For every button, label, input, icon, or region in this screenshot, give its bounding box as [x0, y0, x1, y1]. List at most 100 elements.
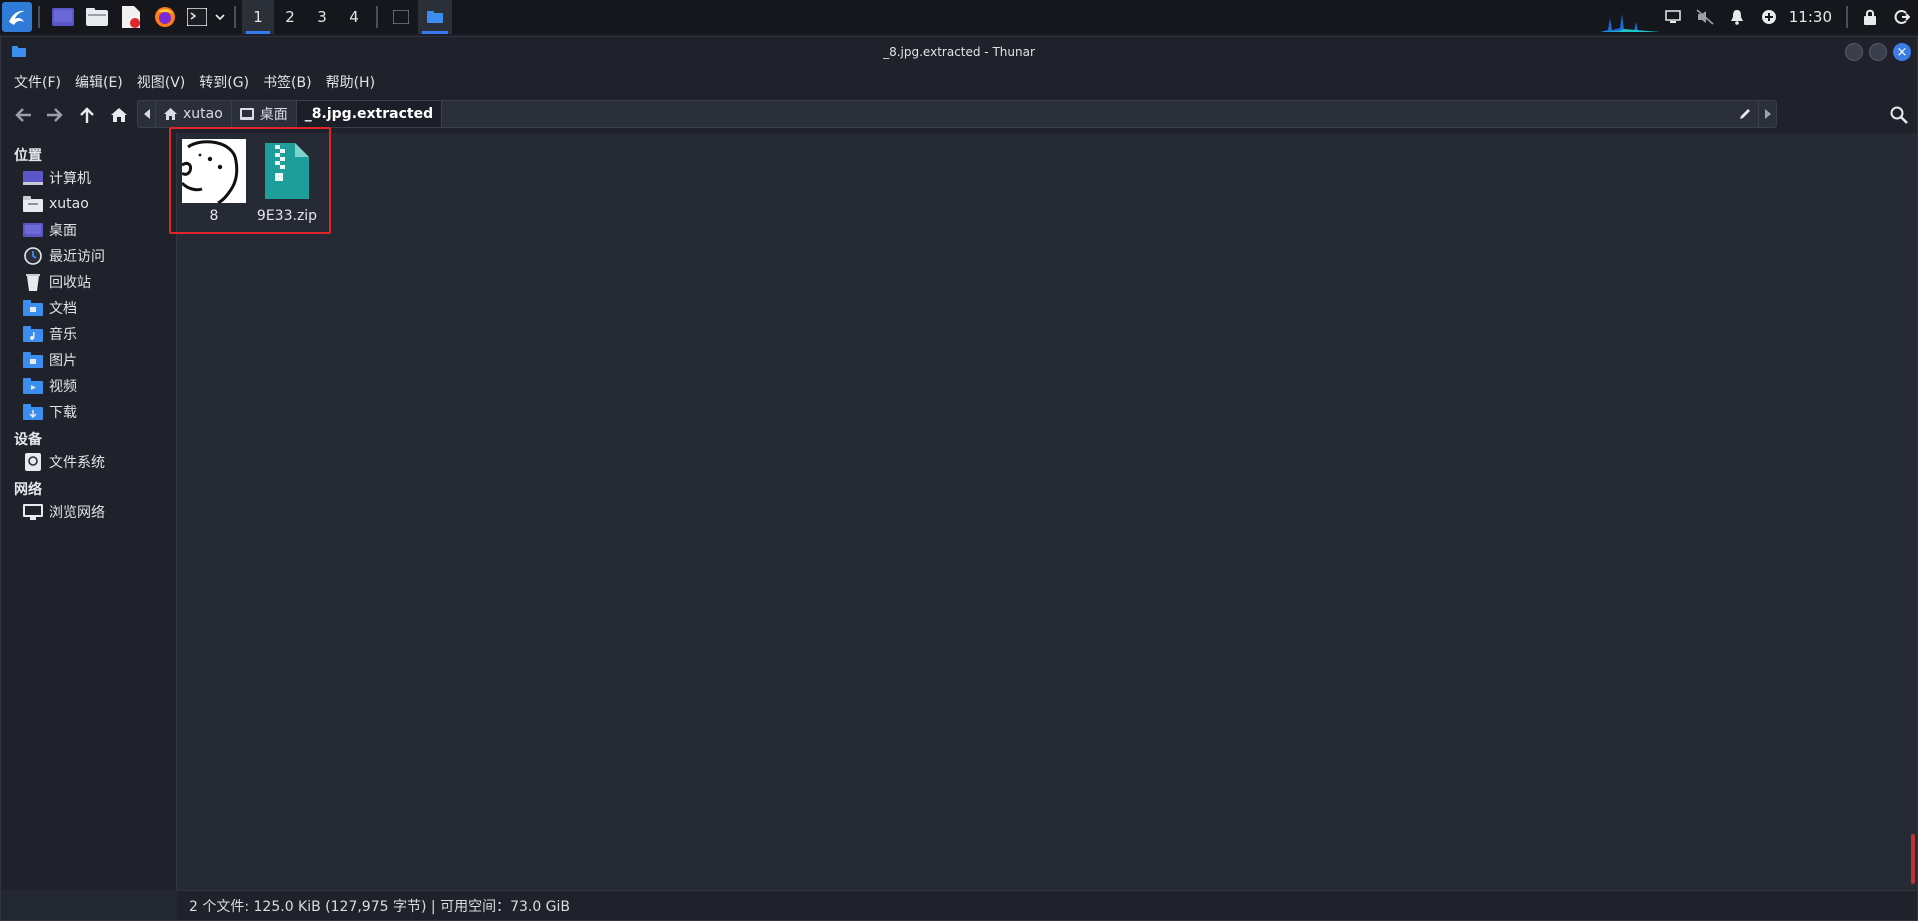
clock-icon [23, 247, 43, 265]
menu-view[interactable]: 视图(V) [130, 72, 193, 92]
content-area: 位置 计算机 xutao 桌面 最近访问 回收站 文档 音乐 图片 视频 下载 … [1, 127, 1917, 920]
lock-icon [1864, 9, 1876, 25]
sidebar-item-pictures[interactable]: 图片 [1, 347, 176, 373]
file-item-image[interactable]: 8 [179, 139, 249, 224]
file-view[interactable]: 8 9E33.zip [169, 127, 1917, 890]
menu-help[interactable]: 帮助(H) [319, 72, 382, 92]
sidebar-heading-devices: 设备 [14, 432, 42, 448]
workspace-label: 3 [317, 8, 327, 26]
image-thumbnail [182, 139, 246, 203]
task-terminal-window[interactable] [384, 0, 418, 34]
menu-file[interactable]: 文件(F) [7, 72, 68, 92]
sidebar-item-label: 计算机 [49, 171, 91, 187]
sidebar-item-label: 文件系统 [49, 455, 105, 471]
text-editor-icon [122, 6, 140, 28]
title-bar[interactable]: _8.jpg.extracted - Thunar × [1, 37, 1917, 67]
file-name: 8 [209, 208, 219, 224]
desktop-icon [239, 108, 254, 120]
maximize-button[interactable] [1869, 43, 1887, 61]
back-button[interactable] [7, 99, 39, 131]
task-thunar-window[interactable] [418, 0, 452, 34]
close-button[interactable]: × [1893, 43, 1911, 61]
show-desktop-button[interactable] [50, 4, 76, 30]
minimize-button[interactable] [1845, 43, 1863, 61]
notifications-tray[interactable] [1724, 0, 1750, 34]
triangle-right-icon [1764, 109, 1771, 119]
desktop-icon [23, 221, 43, 239]
firefox-launcher[interactable] [152, 4, 178, 30]
taskbar-separator [234, 6, 236, 28]
edit-path-button[interactable] [1736, 105, 1754, 123]
up-button[interactable] [71, 99, 103, 131]
clock[interactable]: 11:30 [1789, 8, 1832, 26]
workspace-3[interactable]: 3 [306, 0, 338, 34]
network-icon [23, 503, 43, 521]
taskbar-separator [1846, 6, 1848, 28]
status-bar: 2 个文件: 125.0 KiB (127,975 字节) | 可用空间：73.… [177, 890, 1917, 920]
search-icon [1890, 106, 1908, 124]
sidebar-item-recent[interactable]: 最近访问 [1, 243, 176, 269]
pictures-folder-icon [23, 351, 43, 369]
workspace-1[interactable]: 1 [242, 0, 274, 34]
sidebar-item-label: 文档 [49, 301, 77, 317]
text-editor-launcher[interactable] [118, 4, 144, 30]
workspace-4[interactable]: 4 [338, 0, 370, 34]
status-text: 2 个文件: 125.0 KiB (127,975 字节) | 可用空间：73.… [189, 898, 571, 915]
breadcrumb-desktop[interactable]: 桌面 [232, 101, 297, 127]
menu-bookmarks[interactable]: 书签(B) [256, 72, 319, 92]
terminal-dropdown[interactable] [214, 4, 226, 30]
sidebar-item-label: 桌面 [49, 223, 77, 239]
path-scroll-left[interactable] [138, 101, 156, 127]
scrollbar-indicator[interactable] [1911, 834, 1915, 884]
sidebar-item-label: 回收站 [49, 275, 91, 291]
trash-icon [23, 273, 43, 291]
desktop-icon [52, 8, 74, 26]
breadcrumb-home[interactable]: xutao [156, 101, 232, 127]
monitor-icon [1665, 10, 1681, 23]
sidebar-item-label: 最近访问 [49, 249, 105, 265]
workspace-label: 2 [285, 8, 295, 26]
file-item-zip[interactable]: 9E33.zip [252, 139, 322, 224]
search-button[interactable] [1887, 103, 1911, 127]
pencil-icon [1740, 109, 1750, 119]
menu-edit[interactable]: 编辑(E) [68, 72, 130, 92]
breadcrumb-current[interactable]: _8.jpg.extracted [296, 101, 443, 127]
logout-button[interactable] [1889, 0, 1915, 34]
terminal-icon [187, 8, 207, 26]
breadcrumb-label: 桌面 [259, 107, 288, 123]
sidebar-item-videos[interactable]: 视频 [1, 373, 176, 399]
firefox-icon [155, 7, 175, 27]
forward-button[interactable] [39, 99, 71, 131]
close-icon: × [1896, 44, 1908, 60]
kali-menu-button[interactable] [2, 2, 32, 32]
sidebar-item-documents[interactable]: 文档 [1, 295, 176, 321]
workspace-2[interactable]: 2 [274, 0, 306, 34]
sidebar-item-label: 音乐 [49, 327, 77, 343]
arrow-right-icon [47, 108, 63, 122]
home-button[interactable] [103, 99, 135, 131]
lock-screen-button[interactable] [1857, 0, 1883, 34]
display-tray[interactable] [1660, 0, 1686, 34]
sidebar-item-trash[interactable]: 回收站 [1, 269, 176, 295]
window-title: _8.jpg.extracted - Thunar [883, 45, 1035, 59]
file-manager-launcher[interactable] [84, 4, 110, 30]
updates-tray[interactable] [1756, 0, 1782, 34]
breadcrumb-label: xutao [183, 106, 223, 122]
system-tray: 11:30 [1657, 0, 1918, 34]
home-icon [164, 108, 177, 120]
menu-go[interactable]: 转到(G) [192, 72, 256, 92]
sidebar-item-label: 下载 [49, 405, 77, 421]
sidebar-item-downloads[interactable]: 下载 [1, 399, 176, 425]
sidebar-item-desktop[interactable]: 桌面 [1, 217, 176, 243]
home-icon [111, 108, 127, 122]
sidebar-item-browse-network[interactable]: 浏览网络 [1, 499, 176, 525]
path-scroll-right[interactable] [1758, 101, 1776, 127]
sidebar-item-music[interactable]: 音乐 [1, 321, 176, 347]
sidebar-item-label: 图片 [49, 353, 77, 369]
videos-folder-icon [23, 377, 43, 395]
sidebar-item-home[interactable]: xutao [1, 191, 176, 217]
sidebar-item-computer[interactable]: 计算机 [1, 165, 176, 191]
terminal-launcher[interactable] [186, 4, 208, 30]
sidebar-item-filesystem[interactable]: 文件系统 [1, 449, 176, 475]
volume-tray[interactable] [1692, 0, 1718, 34]
